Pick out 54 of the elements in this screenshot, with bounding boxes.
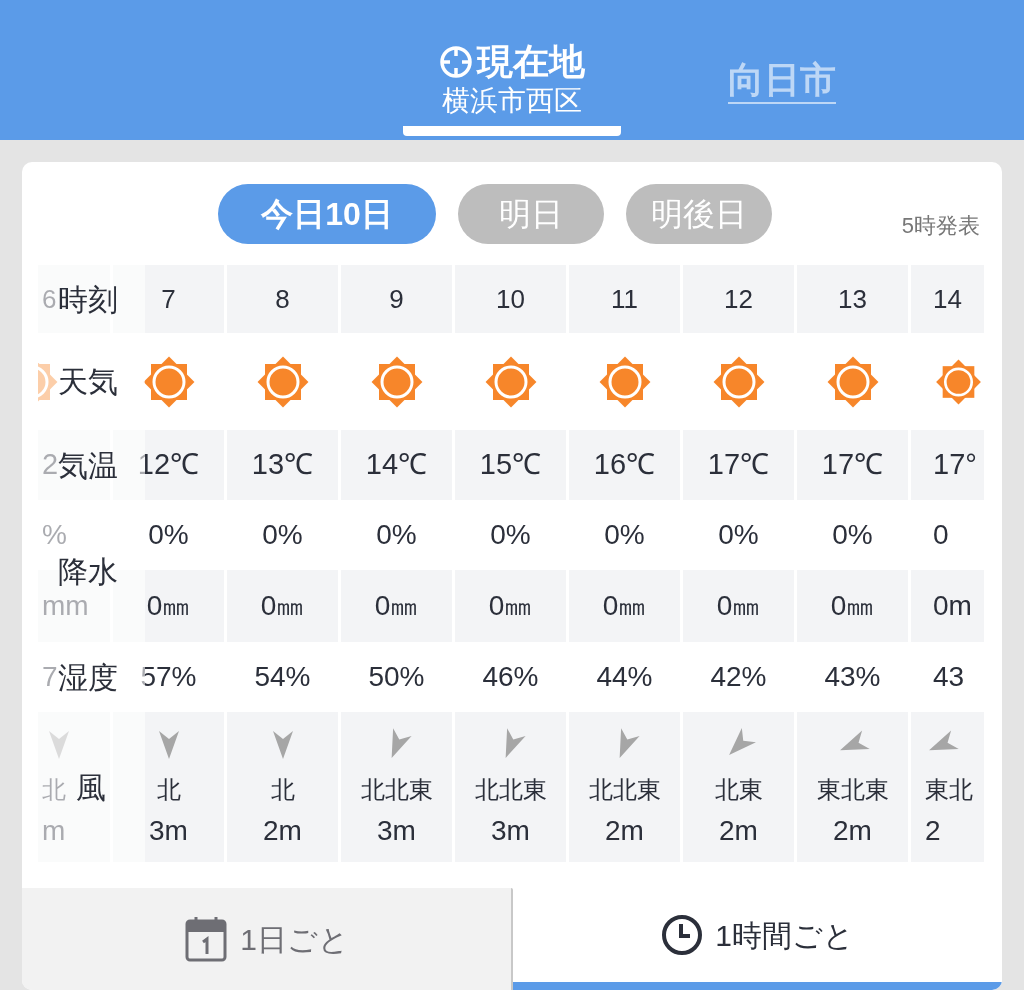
wind-speed: 2m (263, 814, 302, 848)
rainfall-cell: 0㎜ (227, 570, 338, 642)
row-label: 天気 (58, 364, 118, 400)
wind-speed: 3m (491, 814, 530, 848)
rainfall-cell: 0㎜ (341, 570, 452, 642)
wind-direction: 北 (270, 775, 295, 805)
location-tab[interactable]: 向日市 (728, 40, 836, 104)
rainfall-cell: 0㎜ (797, 570, 908, 642)
issued-time: 5時発表 (901, 211, 980, 240)
hour-cell: 10 (455, 265, 566, 333)
temperature-cell: 17℃ (683, 430, 794, 500)
wind-speed: 2 (925, 814, 941, 848)
wind-direction: 北東 (714, 775, 763, 805)
temperature-cell: 15℃ (455, 430, 566, 500)
hour-cell: 11 (569, 265, 680, 333)
rainfall-cell: 0㎜ (683, 570, 794, 642)
wind-direction: 北 (42, 775, 66, 805)
hour-cell: 9 (341, 265, 452, 333)
wind-direction: 東北東 (816, 775, 889, 805)
wind-direction: 北北東 (474, 775, 547, 805)
wind-speed: 2m (719, 814, 758, 848)
temperature-cell: 17° (911, 430, 984, 500)
calendar-icon (184, 915, 229, 963)
wind-speed: 2m (833, 814, 872, 848)
wind-direction: 北北東 (360, 775, 433, 805)
day-tab[interactable]: 今日10日 (218, 184, 436, 244)
wind-speed: 3m (149, 814, 188, 848)
hour-cell: 13 (797, 265, 908, 333)
location-title: 向日市 (728, 58, 836, 104)
location-title: 現在地 (477, 40, 585, 84)
view-tab[interactable]: 1日ごと (22, 888, 513, 990)
hour-cell: 8 (227, 265, 338, 333)
temperature-cell: 13℃ (227, 430, 338, 500)
hour-cell: 12 (683, 265, 794, 333)
wind-speed: 2m (605, 814, 644, 848)
wind-speed: 3m (377, 814, 416, 848)
clock-icon (661, 914, 704, 956)
rainfall-cell: 0㎜ (455, 570, 566, 642)
hour-cell: 14 (911, 265, 984, 333)
location-subtitle: 横浜市西区 (442, 84, 582, 118)
temperature-cell: 14℃ (341, 430, 452, 500)
day-tab[interactable]: 明後日 (626, 184, 772, 244)
temperature-cell: 17℃ (797, 430, 908, 500)
rainfall-cell: 0㎜ (569, 570, 680, 642)
temperature-cell: 16℃ (569, 430, 680, 500)
wind-direction: 北北東 (588, 775, 661, 805)
crosshair-icon (439, 45, 473, 79)
wind-direction: 東北 (925, 775, 973, 805)
rainfall-cell: 0m (911, 570, 984, 642)
location-tab[interactable]: 現在地 横浜市西区 (403, 40, 621, 136)
wind-speed: m (42, 814, 66, 848)
row-label: 風 (76, 769, 106, 806)
wind-direction: 北 (156, 775, 181, 805)
day-tab[interactable]: 明日 (458, 184, 604, 244)
